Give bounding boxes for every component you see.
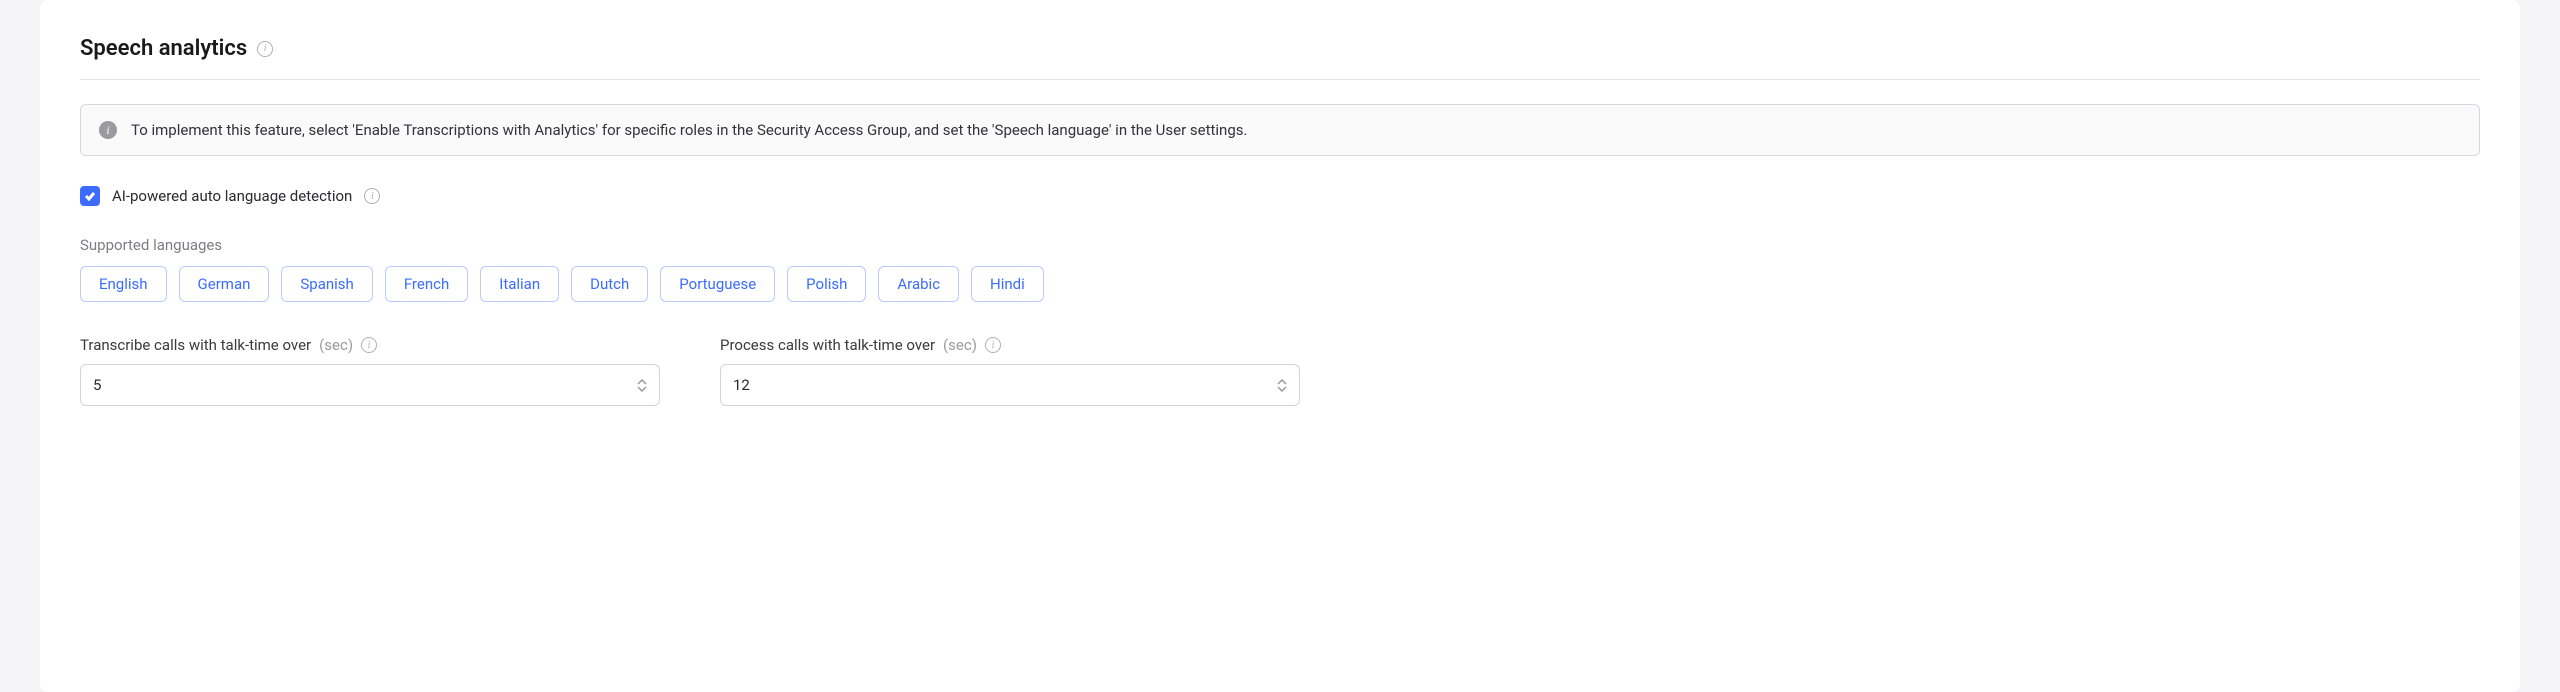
settings-card: Speech analytics To implement this featu… [40,0,2520,692]
language-chip-french[interactable]: French [385,266,468,302]
language-chip-portuguese[interactable]: Portuguese [660,266,775,302]
language-chip-hindi[interactable]: Hindi [971,266,1044,302]
auto-language-detection-checkbox[interactable] [80,186,100,206]
language-chip-german[interactable]: German [179,266,270,302]
transcribe-label-text: Transcribe calls with talk-time over [80,336,311,354]
chevron-down-icon [637,386,647,392]
info-icon[interactable] [361,337,377,353]
language-chip-polish[interactable]: Polish [787,266,866,302]
info-icon[interactable] [364,188,380,204]
info-icon[interactable] [257,41,273,57]
section-title: Speech analytics [80,36,247,61]
auto-language-detection-label: AI-powered auto language detection [112,187,352,205]
language-chip-english[interactable]: English [80,266,167,302]
transcribe-stepper[interactable]: 5 [80,364,660,406]
language-chip-italian[interactable]: Italian [480,266,559,302]
process-label: Process calls with talk-time over (sec) [720,336,1300,354]
stepper-arrows[interactable] [637,379,647,392]
transcribe-label: Transcribe calls with talk-time over (se… [80,336,660,354]
talktime-fields-row: Transcribe calls with talk-time over (se… [80,336,1320,406]
language-chip-dutch[interactable]: Dutch [571,266,648,302]
process-value: 12 [733,376,750,394]
transcribe-label-unit: (sec) [319,336,353,354]
chevron-up-icon [637,379,647,385]
auto-language-detection-row: AI-powered auto language detection [80,186,2480,206]
chevron-up-icon [1277,379,1287,385]
notice-text: To implement this feature, select 'Enabl… [131,121,1247,139]
section-header: Speech analytics [80,36,2480,80]
process-stepper[interactable]: 12 [720,364,1300,406]
supported-languages-heading: Supported languages [80,236,2480,254]
implementation-notice: To implement this feature, select 'Enabl… [80,104,2480,156]
transcribe-value: 5 [93,376,101,394]
process-label-text: Process calls with talk-time over [720,336,935,354]
chevron-down-icon [1277,386,1287,392]
info-icon [99,121,117,139]
process-field: Process calls with talk-time over (sec) … [720,336,1300,406]
info-icon[interactable] [985,337,1001,353]
language-chip-spanish[interactable]: Spanish [281,266,372,302]
language-chip-arabic[interactable]: Arabic [878,266,959,302]
supported-languages-chips: English German Spanish French Italian Du… [80,266,2480,302]
stepper-arrows[interactable] [1277,379,1287,392]
process-label-unit: (sec) [943,336,977,354]
transcribe-field: Transcribe calls with talk-time over (se… [80,336,660,406]
